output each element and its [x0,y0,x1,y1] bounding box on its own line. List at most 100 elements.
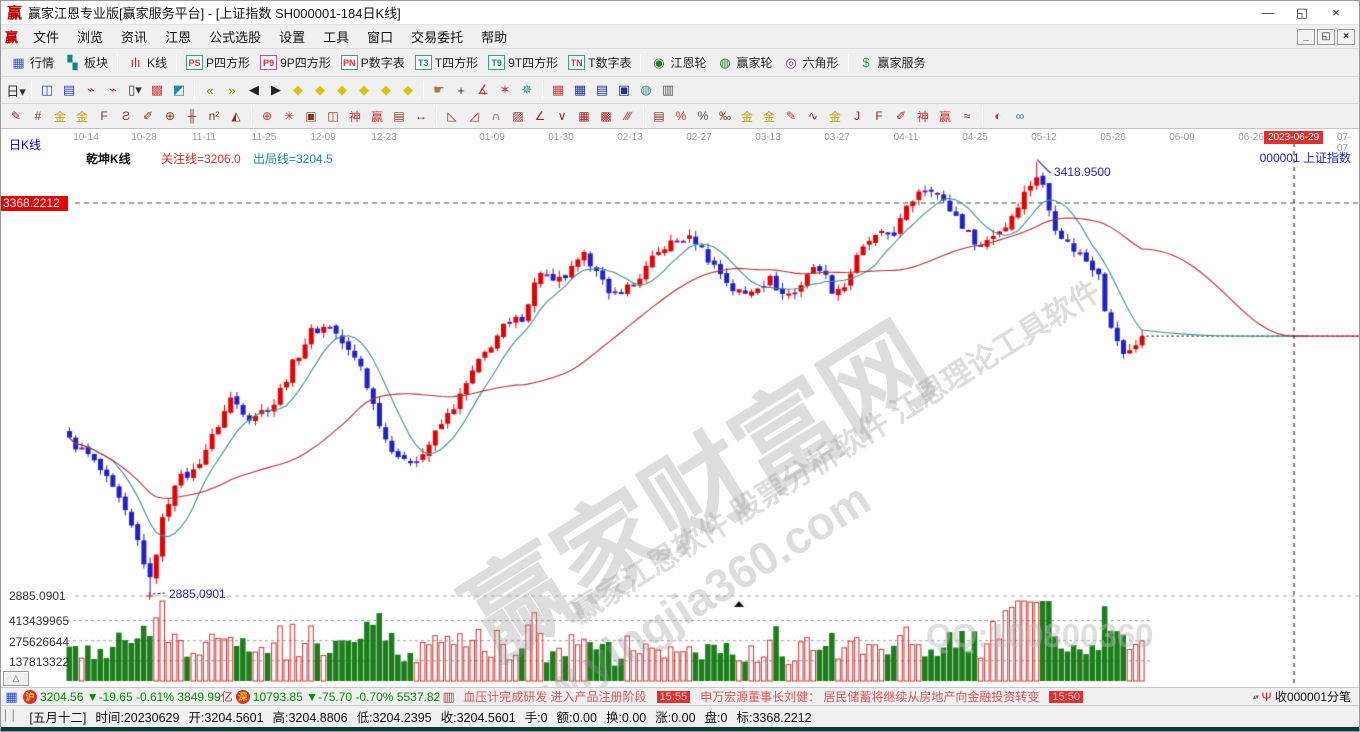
angle-line-icon[interactable]: ∠ [530,108,550,125]
next-bar-icon[interactable]: ▶ [266,81,286,100]
ying-tool-icon[interactable]: 赢 [935,108,955,125]
mind-teal-icon[interactable]: ✵ [517,81,537,100]
infinity-icon[interactable]: ∞ [1010,108,1030,125]
gold-vert-icon[interactable]: 金 [825,108,845,125]
mdi-minimize-button[interactable]: _ [1297,29,1315,45]
v-line-icon[interactable]: ∨ [552,108,572,125]
data-globe-icon[interactable]: ◍ [636,81,656,100]
candle-style-icon[interactable]: ▯▾ [125,81,145,100]
toolbar-button-9t-square[interactable]: T99T四方形 [483,52,563,73]
info-view-icon[interactable]: ▤ [59,81,79,100]
toolbar-button-sectors[interactable]: ▚板块 [59,52,113,73]
ruler-icon[interactable]: ▤ [389,108,409,125]
curve-tool-icon[interactable]: ≈ [957,108,977,125]
shen-tool-icon[interactable]: 神 [913,108,933,125]
percent-red-icon[interactable]: % [671,108,691,125]
expand-pane-button[interactable]: △ [3,671,29,686]
menu-item[interactable]: 工具 [314,25,358,48]
expand-h-icon[interactable]: ◆ [332,81,352,100]
j-angle-icon[interactable]: J [847,108,867,125]
fan-up-icon[interactable]: ◿ [464,108,484,125]
pattern-tool-icon[interactable]: ▩ [147,81,167,100]
go-last-icon[interactable]: » [222,81,242,100]
menu-item[interactable]: 窗口 [358,25,402,48]
shrink-h-icon[interactable]: ◆ [354,81,374,100]
mdi-close-button[interactable]: × [1337,29,1355,45]
percent-icon[interactable]: % [693,108,713,125]
menu-item[interactable]: 资讯 [112,25,156,48]
ying-icon[interactable]: 赢 [367,108,387,125]
expand-all-icon[interactable]: ◆ [376,81,396,100]
gold-line-icon[interactable]: 金 [759,108,779,125]
toolbar-button-hexagon[interactable]: ◎六角形 [778,52,844,73]
export-icon[interactable]: ▥ [658,81,678,100]
menu-item[interactable]: 浏览 [68,25,112,48]
gold-circle-icon[interactable]: 金 [737,108,757,125]
grid-3-icon[interactable]: ▦ [574,108,594,125]
news-icon[interactable]: ▥ [440,689,457,705]
stats-icon[interactable]: ▤ [649,108,669,125]
quote-grid-icon[interactable]: ▦ [3,689,20,705]
menu-item[interactable]: 江恩 [156,25,200,48]
fan-down-icon[interactable]: ◺ [442,108,462,125]
toolbar-button-t-digit-table[interactable]: TNT数字表 [563,52,636,73]
toolbar-button-winner-service[interactable]: $赢家服务 [853,52,931,73]
grid-2-icon[interactable]: ╫ [182,108,202,125]
angle-measure-icon[interactable]: ∡ [473,81,493,100]
toolbar-button-gann-wheel[interactable]: ◉江恩轮 [645,52,711,73]
gann-wheel-tool-icon[interactable]: ✳ [279,108,299,125]
hand-tool-icon[interactable]: ☛ [429,81,449,100]
permille-icon[interactable]: ‰ [715,108,735,125]
shift-right-icon[interactable]: ◆ [310,81,330,100]
prev-bar-icon[interactable]: ◀ [244,81,264,100]
f-line-icon[interactable]: F [94,108,114,125]
notebook-icon[interactable]: ▤ [592,81,612,100]
pen-icon[interactable]: ✎ [6,108,26,125]
time-price-icon[interactable]: ◫ [323,108,343,125]
calendar-icon[interactable]: ▦ [548,81,568,100]
wave-tool-icon[interactable]: ∿ [803,108,823,125]
mdi-restore-button[interactable]: ◱ [1317,29,1335,45]
mind-red-icon[interactable]: ✶ [495,81,515,100]
pencil-lines-icon[interactable]: ✐ [891,108,911,125]
toolbar-button-9p-square[interactable]: P99P四方形 [255,52,336,73]
pen-red-icon[interactable]: ✐ [138,108,158,125]
calculator-icon[interactable]: ▦ [570,81,590,100]
toolbar-button-quotes[interactable]: ▦行情 [5,52,59,73]
gann-circle-icon[interactable]: ⊕ [257,108,277,125]
menu-item[interactable]: 公式选股 [200,25,270,48]
toolbar-button-kline[interactable]: ılıK线 [122,52,172,73]
save-icon[interactable]: ▣ [614,81,634,100]
f-angle-icon[interactable]: F [869,108,889,125]
menu-item[interactable]: 设置 [270,25,314,48]
crosshair-tool-icon[interactable]: + [451,81,471,100]
slash-lines-icon[interactable]: ∕∕∕ [618,108,638,125]
toolbar-button-p-digit-table[interactable]: PNP数字表 [336,52,410,73]
close-button[interactable]: × [1319,5,1353,20]
shift-left-icon[interactable]: ◆ [288,81,308,100]
shrink-all-icon[interactable]: ◆ [398,81,418,100]
menu-item[interactable]: 帮助 [472,25,516,48]
go-first-icon[interactable]: « [200,81,220,100]
toolbar-button-winner-wheel[interactable]: ◍赢家轮 [711,52,777,73]
circle-grid-icon[interactable]: ⊕ [160,108,180,125]
grid-lines-icon[interactable]: # [28,108,48,125]
gold-division-icon[interactable]: 金 [50,108,70,125]
shen-icon[interactable]: 神 [345,108,365,125]
width-measure-icon[interactable]: ↔ [411,108,431,125]
kline-period-icon[interactable]: 日▾ [6,81,26,100]
mini-chart-3-icon[interactable]: ⌁ [81,81,101,100]
spiral-icon[interactable]: Ƨ [116,108,136,125]
toolbar-button-p-square[interactable]: PSP四方形 [181,52,255,73]
brush-red-icon[interactable]: ✎ [781,108,801,125]
news-ticker-item[interactable]: 申万宏源董事长刘健： 居民储蓄将继续从房地产向金融投资转变 [700,688,1039,705]
minimize-button[interactable]: — [1251,5,1285,20]
restore-button[interactable]: ◱ [1285,5,1319,21]
kline-chart-canvas[interactable] [1,129,1359,687]
toolbar-button-t-square[interactable]: T3T四方形 [410,52,483,73]
n-square-icon[interactable]: n² [204,108,224,125]
menu-item[interactable]: 交易委托 [402,25,472,48]
color-flag-icon[interactable]: ◩ [169,81,189,100]
angle-tool-icon[interactable]: ◭ [226,108,246,125]
grid-4-icon[interactable]: ▩ [596,108,616,125]
